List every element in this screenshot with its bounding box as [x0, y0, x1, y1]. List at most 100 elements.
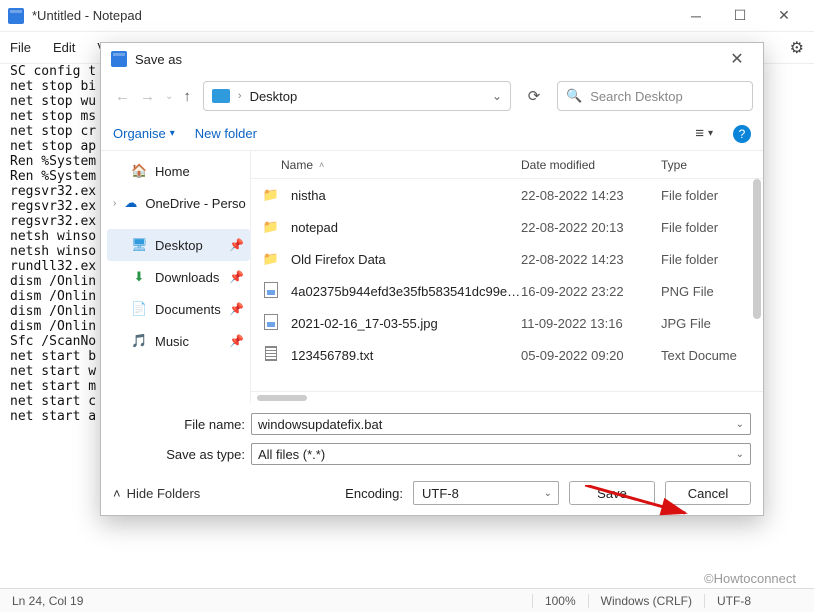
- file-date: 11-09-2022 13:16: [521, 316, 661, 331]
- file-name: notepad: [291, 220, 521, 235]
- notepad-titlebar: *Untitled - Notepad ─ ☐ ✕: [0, 0, 814, 32]
- file-date: 22-08-2022 14:23: [521, 188, 661, 203]
- file-list-header: Name ˄ Date modified Type: [251, 151, 763, 179]
- hide-folders-toggle[interactable]: ˄Hide Folders: [113, 486, 200, 501]
- search-icon: 🔍: [566, 88, 582, 104]
- scrollbar-vertical[interactable]: [753, 179, 761, 319]
- pin-icon[interactable]: 📌: [229, 270, 244, 284]
- help-icon[interactable]: ?: [733, 125, 751, 143]
- organise-menu[interactable]: Organise ▾: [113, 126, 175, 141]
- watermark: ©Howtoconnect: [704, 571, 796, 586]
- file-type: Text Docume: [661, 348, 751, 363]
- file-type: JPG File: [661, 316, 751, 331]
- dialog-titlebar: Save as ✕: [101, 43, 763, 75]
- folder-icon: 📁: [261, 187, 281, 203]
- statusbar: Ln 24, Col 19 100% Windows (CRLF) UTF-8: [0, 588, 814, 612]
- scrollbar-horizontal[interactable]: [251, 391, 763, 403]
- cancel-button[interactable]: Cancel: [665, 481, 751, 505]
- breadcrumb[interactable]: › Desktop ⌄: [203, 81, 511, 111]
- nav-up-icon[interactable]: ↑: [183, 88, 191, 105]
- download-icon: ⬇: [131, 269, 147, 285]
- file-name: Old Firefox Data: [291, 252, 521, 267]
- dialog-close-button[interactable]: ✕: [721, 49, 753, 69]
- chevron-down-icon[interactable]: ⌄: [736, 449, 744, 460]
- search-placeholder: Search Desktop: [590, 89, 683, 104]
- file-name: 123456789.txt: [291, 348, 521, 363]
- file-row[interactable]: 📁Old Firefox Data22-08-2022 14:23File fo…: [261, 243, 763, 275]
- file-date: 05-09-2022 09:20: [521, 348, 661, 363]
- file-name: nistha: [291, 188, 521, 203]
- view-mode-button[interactable]: ≡ ▾: [695, 125, 713, 142]
- file-list: Name ˄ Date modified Type 📁nistha22-08-2…: [251, 151, 763, 403]
- filename-input[interactable]: windowsupdatefix.bat⌄: [251, 413, 751, 435]
- save-as-dialog: Save as ✕ ← → ⌄ ↑ › Desktop ⌄ ⟳ 🔍 Search…: [100, 42, 764, 516]
- window-title: *Untitled - Notepad: [32, 8, 142, 23]
- chevron-down-icon[interactable]: ⌄: [736, 419, 744, 430]
- image-icon: [261, 282, 281, 301]
- nav-sidebar: 🏠Home ›☁OneDrive - Perso 🖥Desktop📌 ⬇Down…: [101, 151, 251, 403]
- sidebar-item-documents[interactable]: 📄Documents📌: [107, 293, 250, 325]
- file-type: PNG File: [661, 284, 751, 299]
- dialog-toolbar: Organise ▾ New folder ≡ ▾ ?: [101, 117, 763, 151]
- column-date[interactable]: Date modified: [521, 158, 661, 172]
- sort-asc-icon: ˄: [319, 160, 324, 170]
- file-date: 22-08-2022 20:13: [521, 220, 661, 235]
- cloud-icon: ☁: [124, 195, 137, 211]
- nav-row: ← → ⌄ ↑ › Desktop ⌄ ⟳ 🔍 Search Desktop: [101, 75, 763, 117]
- breadcrumb-dropdown-icon[interactable]: ⌄: [492, 89, 502, 103]
- chevron-right-icon[interactable]: ›: [113, 198, 116, 209]
- save-button[interactable]: Save: [569, 481, 655, 505]
- search-input[interactable]: 🔍 Search Desktop: [557, 81, 753, 111]
- maximize-button[interactable]: ☐: [718, 2, 762, 30]
- home-icon: 🏠: [131, 163, 147, 179]
- breadcrumb-item[interactable]: Desktop: [250, 89, 298, 104]
- dialog-icon: [111, 51, 127, 67]
- chevron-up-icon: ˄: [113, 486, 121, 501]
- file-date: 16-09-2022 23:22: [521, 284, 661, 299]
- file-type: File folder: [661, 188, 751, 203]
- file-row[interactable]: 4a02375b944efd3e35fb583541dc99e9.png16-0…: [261, 275, 763, 307]
- nav-forward-icon[interactable]: →: [140, 88, 155, 105]
- refresh-icon[interactable]: ⟳: [519, 81, 549, 111]
- close-button[interactable]: ✕: [762, 2, 806, 30]
- column-type[interactable]: Type: [661, 158, 751, 172]
- nav-recent-icon[interactable]: ⌄: [165, 91, 173, 102]
- sidebar-item-onedrive[interactable]: ›☁OneDrive - Perso: [107, 187, 250, 219]
- status-caret: Ln 24, Col 19: [0, 594, 95, 608]
- notepad-icon: [8, 8, 24, 24]
- sidebar-item-music[interactable]: 🎵Music📌: [107, 325, 250, 357]
- encoding-label: Encoding:: [345, 486, 403, 501]
- saveastype-select[interactable]: All files (*.*)⌄: [251, 443, 751, 465]
- folder-icon: 📁: [261, 251, 281, 267]
- encoding-select[interactable]: UTF-8⌄: [413, 481, 559, 505]
- new-folder-button[interactable]: New folder: [195, 126, 257, 141]
- file-date: 22-08-2022 14:23: [521, 252, 661, 267]
- menu-file[interactable]: File: [10, 40, 31, 55]
- document-icon: 📄: [131, 301, 147, 317]
- file-name: 2021-02-16_17-03-55.jpg: [291, 316, 521, 331]
- folder-icon: 📁: [261, 219, 281, 235]
- column-name[interactable]: Name ˄: [281, 158, 521, 172]
- file-row[interactable]: 📁notepad22-08-2022 20:13File folder: [261, 211, 763, 243]
- dialog-title: Save as: [135, 52, 182, 67]
- pin-icon[interactable]: 📌: [229, 334, 244, 348]
- chevron-right-icon: ›: [238, 90, 242, 102]
- menu-edit[interactable]: Edit: [53, 40, 75, 55]
- dialog-bottom: File name: windowsupdatefix.bat⌄ Save as…: [101, 403, 763, 515]
- sidebar-item-desktop[interactable]: 🖥Desktop📌: [107, 229, 250, 261]
- gear-icon[interactable]: ⚙: [790, 38, 804, 58]
- pin-icon[interactable]: 📌: [229, 302, 244, 316]
- saveastype-label: Save as type:: [113, 447, 245, 462]
- sidebar-item-downloads[interactable]: ⬇Downloads📌: [107, 261, 250, 293]
- minimize-button[interactable]: ─: [674, 2, 718, 30]
- file-row[interactable]: 2021-02-16_17-03-55.jpg11-09-2022 13:16J…: [261, 307, 763, 339]
- status-encoding: UTF-8: [704, 594, 814, 608]
- chevron-down-icon[interactable]: ⌄: [544, 488, 552, 499]
- file-row[interactable]: 123456789.txt05-09-2022 09:20Text Docume: [261, 339, 763, 371]
- file-row[interactable]: 📁 nistha22-08-2022 14:23File folder: [261, 179, 763, 211]
- nav-back-icon[interactable]: ←: [115, 88, 130, 105]
- pin-icon[interactable]: 📌: [229, 238, 244, 252]
- sidebar-item-home[interactable]: 🏠Home: [107, 155, 250, 187]
- desktop-icon: 🖥: [131, 237, 147, 253]
- music-icon: 🎵: [131, 333, 147, 349]
